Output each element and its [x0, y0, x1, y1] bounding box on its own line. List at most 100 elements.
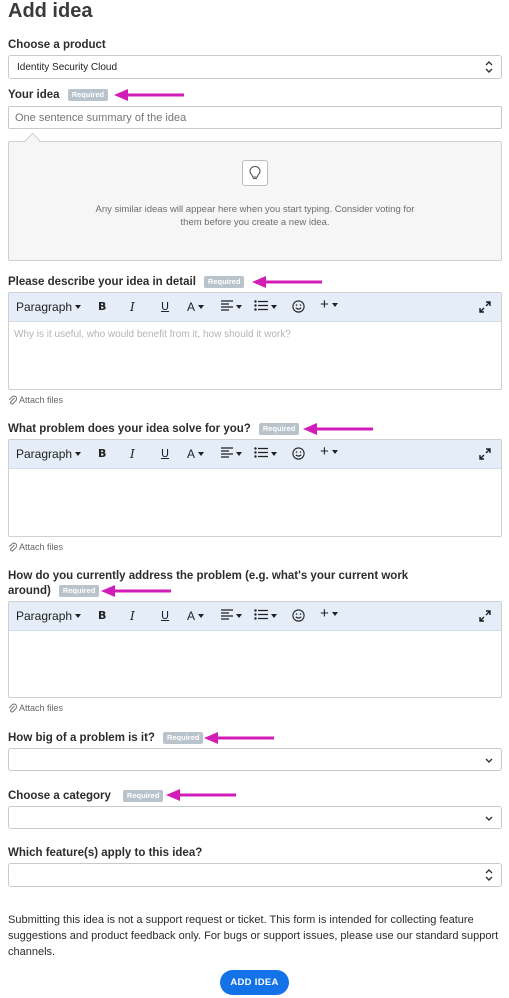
problem-editor: Paragraph B I U A +	[8, 439, 502, 537]
features-select[interactable]	[8, 863, 502, 887]
caret-down-icon	[331, 303, 338, 307]
describe-label-text: Please describe your idea in detail	[8, 276, 196, 288]
plus-icon: +	[320, 296, 329, 313]
bigness-label: How big of a problem is it? Required	[8, 731, 204, 746]
expand-button[interactable]	[479, 448, 491, 463]
paperclip-icon	[8, 703, 18, 713]
pointer-arrow-icon	[303, 423, 373, 435]
plus-icon: +	[320, 605, 329, 622]
product-select-value: Identity Security Cloud	[17, 62, 118, 73]
caret-down-icon	[198, 305, 205, 309]
emoji-button[interactable]	[292, 300, 305, 316]
caret-down-icon	[236, 452, 242, 456]
caret-down-icon	[271, 305, 277, 309]
caret-down-icon	[271, 614, 277, 618]
paragraph-dropdown[interactable]: Paragraph	[16, 300, 82, 314]
emoji-button[interactable]	[292, 609, 305, 625]
pointer-arrow-icon	[166, 789, 236, 801]
smiley-icon	[292, 447, 305, 460]
category-label-text: Choose a category	[8, 790, 111, 802]
address-editor: Paragraph B I U A +	[8, 601, 502, 698]
product-select[interactable]: Identity Security Cloud	[8, 55, 502, 79]
expand-button[interactable]	[479, 301, 491, 316]
italic-button[interactable]: I	[130, 300, 135, 314]
attach-files-link[interactable]: Attach files	[8, 542, 63, 552]
attach-files-label: Attach files	[19, 703, 64, 713]
attach-files-link[interactable]: Attach files	[8, 703, 63, 713]
underline-button[interactable]: U	[161, 300, 169, 314]
idea-summary-input[interactable]	[8, 106, 502, 129]
insert-button[interactable]: +	[320, 296, 338, 313]
smiley-icon	[292, 609, 305, 622]
required-badge: Required	[258, 423, 300, 435]
category-label: Choose a category Required	[8, 789, 164, 804]
problem-label: What problem does your idea solve for yo…	[8, 422, 300, 437]
font-color-button[interactable]: A	[187, 447, 205, 461]
caret-down-icon	[236, 614, 242, 618]
align-icon	[221, 300, 233, 311]
paragraph-dropdown[interactable]: Paragraph	[16, 447, 82, 461]
describe-editor-body[interactable]: Why is it useful, who would benefit from…	[9, 322, 501, 347]
caret-down-icon	[75, 305, 82, 309]
idea-label-text: Your idea	[8, 89, 60, 101]
underline-button[interactable]: U	[161, 609, 169, 623]
caret-down-icon	[331, 612, 338, 616]
paragraph-dropdown-label: Paragraph	[16, 447, 73, 461]
category-select[interactable]	[8, 806, 502, 829]
editor-toolbar: Paragraph B I U A +	[9, 293, 501, 322]
font-color-button[interactable]: A	[187, 300, 205, 314]
problem-editor-body[interactable]	[9, 469, 501, 483]
italic-button[interactable]: I	[130, 447, 135, 461]
paragraph-dropdown[interactable]: Paragraph	[16, 609, 82, 623]
list-button[interactable]	[254, 300, 277, 314]
chevron-down-icon	[485, 816, 493, 821]
page-title: Add idea	[8, 0, 93, 22]
caret-down-icon	[75, 614, 82, 618]
attach-files-link[interactable]: Attach files	[8, 395, 63, 405]
bigness-select[interactable]	[8, 748, 502, 771]
underline-button[interactable]: U	[161, 447, 169, 461]
align-icon	[221, 447, 233, 458]
align-icon	[221, 609, 233, 620]
paperclip-icon	[8, 395, 18, 405]
expand-button[interactable]	[479, 610, 491, 625]
caret-down-icon	[198, 614, 205, 618]
align-button[interactable]	[221, 609, 242, 623]
add-idea-button[interactable]: ADD IDEA	[220, 970, 289, 995]
font-color-button[interactable]: A	[187, 609, 205, 623]
support-notice: Submitting this idea is not a support re…	[8, 914, 499, 958]
features-label: Which feature(s) apply to this idea?	[8, 847, 203, 859]
bold-button[interactable]: B	[98, 609, 106, 623]
caret-down-icon	[331, 450, 338, 454]
caret-down-icon	[236, 305, 242, 309]
expand-icon	[479, 610, 491, 622]
caret-down-icon	[271, 452, 277, 456]
insert-button[interactable]: +	[320, 443, 338, 460]
align-button[interactable]	[221, 300, 242, 314]
bigness-label-text: How big of a problem is it?	[8, 732, 155, 744]
paperclip-icon	[8, 542, 18, 552]
expand-icon	[479, 448, 491, 460]
align-button[interactable]	[221, 447, 242, 461]
emoji-button[interactable]	[292, 447, 305, 463]
required-badge: Required	[67, 89, 109, 101]
smiley-icon	[292, 300, 305, 313]
paragraph-dropdown-label: Paragraph	[16, 609, 73, 623]
font-color-label: A	[187, 609, 196, 623]
required-badge: Required	[122, 790, 164, 802]
required-badge: Required	[162, 732, 204, 744]
plus-icon: +	[320, 443, 329, 460]
address-editor-body[interactable]	[9, 631, 501, 645]
list-button[interactable]	[254, 609, 277, 623]
list-button[interactable]	[254, 447, 277, 461]
italic-button[interactable]: I	[130, 609, 135, 623]
paragraph-dropdown-label: Paragraph	[16, 300, 73, 314]
attach-files-label: Attach files	[19, 542, 64, 552]
similar-ideas-panel	[8, 141, 502, 261]
attach-files-label: Attach files	[19, 395, 64, 405]
lightbulb-icon	[242, 160, 268, 186]
bold-button[interactable]: B	[98, 447, 106, 461]
bold-button[interactable]: B	[98, 300, 106, 314]
font-color-label: A	[187, 447, 196, 461]
insert-button[interactable]: +	[320, 605, 338, 622]
